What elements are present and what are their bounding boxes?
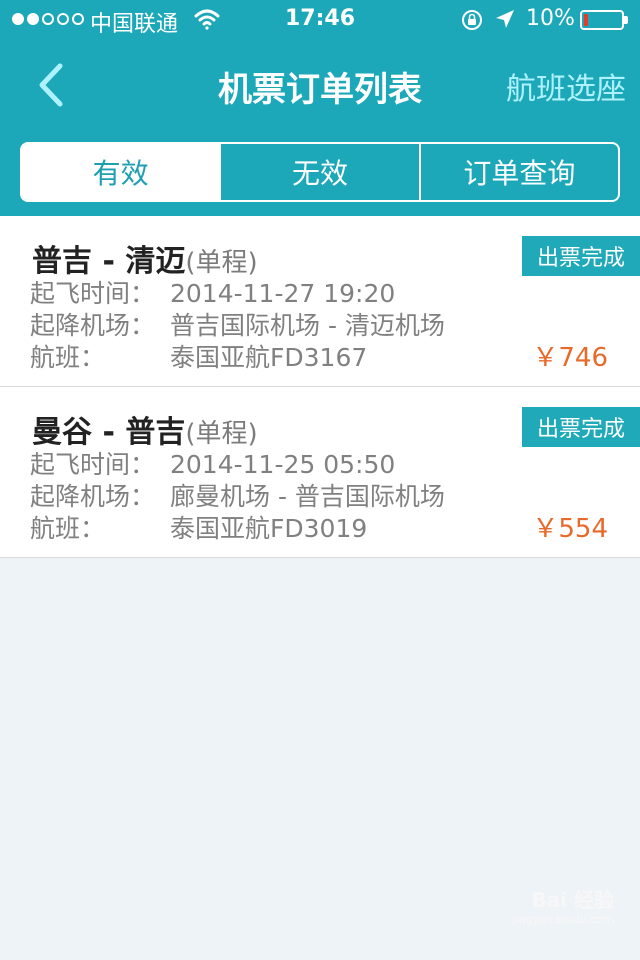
tab-invalid[interactable]: 无效 bbox=[221, 144, 421, 200]
route-cities: 普吉 - 清迈 bbox=[32, 244, 186, 279]
location-arrow-icon bbox=[494, 8, 516, 36]
tab-order-query[interactable]: 订单查询 bbox=[421, 144, 618, 200]
trip-type: (单程) bbox=[185, 248, 258, 278]
order-route: 普吉 - 清迈(单程) bbox=[32, 236, 258, 280]
route-cities: 曼谷 - 普吉 bbox=[32, 415, 186, 450]
battery-level bbox=[584, 14, 588, 26]
watermark-sub: jingyan.baidu.com bbox=[512, 913, 614, 926]
rotation-lock-icon bbox=[460, 8, 484, 38]
departure-label: 起飞时间： bbox=[30, 279, 156, 308]
flight-label: 航班： bbox=[30, 514, 106, 543]
airports-value: 普吉国际机场 - 清迈机场 bbox=[170, 311, 445, 340]
order-list: 普吉 - 清迈(单程) 出票完成 起飞时间： 2014-11-27 19:20 起… bbox=[0, 216, 640, 558]
airports-value: 廊曼机场 - 普吉国际机场 bbox=[170, 482, 445, 511]
departure-label: 起飞时间： bbox=[30, 450, 156, 479]
airports-row: 起降机场： 廊曼机场 - 普吉国际机场 bbox=[30, 481, 445, 513]
status-badge: 出票完成 bbox=[522, 236, 640, 276]
flight-row: 航班： 泰国亚航FD3167 bbox=[30, 342, 367, 374]
airports-label: 起降机场： bbox=[30, 311, 156, 340]
order-route: 曼谷 - 普吉(单程) bbox=[32, 407, 258, 451]
departure-value: 2014-11-27 19:20 bbox=[170, 279, 396, 308]
order-price: ￥554 bbox=[532, 514, 608, 544]
tab-valid[interactable]: 有效 bbox=[22, 144, 222, 200]
seat-selection-button[interactable]: 航班选座 bbox=[506, 64, 626, 108]
flight-value: 泰国亚航FD3019 bbox=[170, 514, 368, 543]
status-bar: 中国联通 17:46 10% bbox=[0, 0, 640, 40]
trip-type: (单程) bbox=[185, 419, 258, 449]
departure-value: 2014-11-25 05:50 bbox=[170, 450, 396, 479]
battery-percent: 10% bbox=[526, 6, 575, 31]
watermark: Bai 经验 jingyan.baidu.com bbox=[484, 884, 614, 944]
departure-row: 起飞时间： 2014-11-25 05:50 bbox=[30, 449, 395, 481]
order-item[interactable]: 曼谷 - 普吉(单程) 出票完成 起飞时间： 2014-11-25 05:50 起… bbox=[0, 387, 640, 558]
flight-label: 航班： bbox=[30, 343, 106, 372]
airports-row: 起降机场： 普吉国际机场 - 清迈机场 bbox=[30, 310, 445, 342]
order-price: ￥746 bbox=[532, 343, 608, 373]
departure-row: 起飞时间： 2014-11-27 19:20 bbox=[30, 278, 395, 310]
watermark-main: Bai 经验 bbox=[531, 888, 614, 912]
flight-row: 航班： 泰国亚航FD3019 bbox=[30, 513, 367, 545]
order-filter-tabs: 有效 无效 订单查询 bbox=[20, 142, 620, 202]
status-badge: 出票完成 bbox=[522, 407, 640, 447]
battery-icon bbox=[580, 10, 628, 30]
order-item[interactable]: 普吉 - 清迈(单程) 出票完成 起飞时间： 2014-11-27 19:20 起… bbox=[0, 216, 640, 387]
flight-value: 泰国亚航FD3167 bbox=[170, 343, 368, 372]
airports-label: 起降机场： bbox=[30, 482, 156, 511]
